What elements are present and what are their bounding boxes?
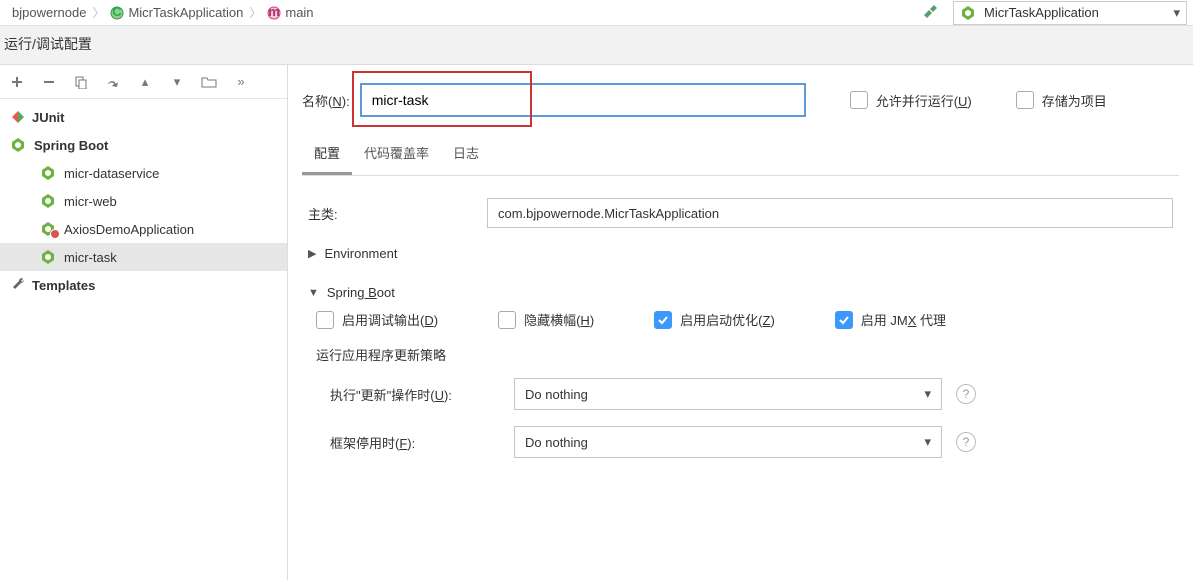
- tree-node-templates[interactable]: Templates: [0, 271, 287, 299]
- tree-label: AxiosDemoApplication: [64, 222, 194, 237]
- chevron-down-icon: ▾: [1173, 5, 1180, 21]
- tree-node-child[interactable]: AxiosDemoApplication: [0, 215, 287, 243]
- tree-node-child[interactable]: micr-web: [0, 187, 287, 215]
- on-update-value: Do nothing: [525, 387, 588, 402]
- edit-button[interactable]: [104, 73, 122, 91]
- wrench-icon: [10, 276, 26, 295]
- spring-boot-icon: [960, 5, 978, 21]
- enable-jmx-checkbox[interactable]: [835, 311, 853, 329]
- tree-label: micr-web: [64, 194, 117, 209]
- main-class-label: 主类:: [308, 204, 463, 223]
- config-tree: JUnit Spring Boot micr-dataservice micr-…: [0, 99, 287, 303]
- enable-optimize-checkbox[interactable]: [654, 311, 672, 329]
- up-button[interactable]: ▴: [136, 73, 154, 91]
- store-project-checkbox[interactable]: [1016, 91, 1034, 109]
- environment-section-header[interactable]: ▶ Environment: [308, 246, 1173, 261]
- expand-button[interactable]: »: [232, 73, 250, 91]
- chevron-down-icon: ▾: [924, 386, 931, 402]
- tree-node-child[interactable]: micr-dataservice: [0, 159, 287, 187]
- tree-node-child-selected[interactable]: micr-task: [0, 243, 287, 271]
- config-form-panel: 名称(N): 允许并行运行(U) 存储为项目 配置 代码覆盖率 日志 主类:: [288, 65, 1193, 580]
- run-config-selector[interactable]: MicrTaskApplication ▾: [953, 1, 1187, 25]
- build-icon[interactable]: [921, 5, 937, 21]
- name-label: 名称(N):: [302, 91, 350, 110]
- class-icon: C: [110, 6, 124, 20]
- on-update-label: 执行"更新"操作时(U):: [330, 385, 500, 404]
- breadcrumb-bar: bjpowernode 〉 C MicrTaskApplication 〉 m …: [0, 0, 1193, 26]
- breadcrumb-separator: 〉: [92, 4, 104, 21]
- environment-label: Environment: [324, 246, 397, 261]
- add-button[interactable]: [8, 73, 26, 91]
- config-tree-panel: ▴ ▾ » JUnit Spring Boot micr-dataservice: [0, 65, 288, 580]
- tree-label: micr-task: [64, 250, 117, 265]
- spring-boot-section-header[interactable]: ▼ Spring Boot: [308, 285, 1173, 300]
- enable-debug-label: 启用调试输出(D): [342, 310, 438, 329]
- tree-node-springboot[interactable]: Spring Boot: [0, 131, 287, 159]
- on-frame-deactivate-dropdown[interactable]: Do nothing ▾: [514, 426, 942, 458]
- dialog-title: 运行/调试配置: [0, 26, 1193, 65]
- tree-node-junit[interactable]: JUnit: [0, 103, 287, 131]
- breadcrumb-item[interactable]: C MicrTaskApplication: [104, 5, 249, 20]
- hide-banner-checkbox[interactable]: [498, 311, 516, 329]
- copy-button[interactable]: [72, 73, 90, 91]
- on-update-dropdown[interactable]: Do nothing ▾: [514, 378, 942, 410]
- tree-label: JUnit: [32, 110, 65, 125]
- on-frame-deactivate-value: Do nothing: [525, 435, 588, 450]
- spring-boot-label: Spring Boot: [327, 285, 395, 300]
- on-frame-deactivate-label: 框架停用时(F):: [330, 433, 500, 452]
- spring-boot-icon: [40, 249, 58, 265]
- hide-banner-label: 隐藏横幅(H): [524, 310, 594, 329]
- down-button[interactable]: ▾: [168, 73, 186, 91]
- breadcrumb-separator: 〉: [249, 4, 261, 21]
- junit-icon: [10, 109, 26, 125]
- breadcrumb-label: bjpowernode: [12, 5, 86, 20]
- run-config-label: MicrTaskApplication: [984, 5, 1099, 20]
- breadcrumb-item[interactable]: m main: [261, 5, 319, 20]
- tree-label: Spring Boot: [34, 138, 108, 153]
- enable-jmx-label: 启用 JMX 代理: [861, 310, 946, 329]
- breadcrumb-label: MicrTaskApplication: [128, 5, 243, 20]
- help-icon[interactable]: ?: [956, 432, 976, 452]
- spring-boot-icon: [40, 193, 58, 209]
- spring-boot-icon: [10, 137, 28, 153]
- help-icon[interactable]: ?: [956, 384, 976, 404]
- store-project-label: 存储为项目: [1042, 91, 1107, 110]
- tab-config[interactable]: 配置: [302, 135, 352, 175]
- chevron-right-icon: ▶: [308, 247, 316, 260]
- tab-logs[interactable]: 日志: [441, 135, 491, 175]
- allow-parallel-label: 允许并行运行(U): [876, 91, 972, 110]
- tree-label: micr-dataservice: [64, 166, 159, 181]
- main-class-value: com.bjpowernode.MicrTaskApplication: [498, 206, 719, 221]
- chevron-down-icon: ▼: [308, 287, 319, 299]
- tree-toolbar: ▴ ▾ »: [0, 65, 287, 99]
- tab-coverage[interactable]: 代码覆盖率: [352, 135, 441, 175]
- folder-button[interactable]: [200, 73, 218, 91]
- breadcrumb-label: main: [285, 5, 313, 20]
- allow-parallel-checkbox[interactable]: [850, 91, 868, 109]
- svg-text:m: m: [269, 6, 281, 19]
- tabs: 配置 代码覆盖率 日志: [302, 135, 1179, 176]
- svg-text:C: C: [113, 6, 123, 19]
- tree-label: Templates: [32, 278, 95, 293]
- spring-boot-icon: [40, 165, 58, 181]
- enable-optimize-label: 启用启动优化(Z): [680, 310, 775, 329]
- main-class-input[interactable]: com.bjpowernode.MicrTaskApplication: [487, 198, 1173, 228]
- remove-button[interactable]: [40, 73, 58, 91]
- breadcrumb-item[interactable]: bjpowernode: [6, 5, 92, 20]
- chevron-down-icon: ▾: [924, 434, 931, 450]
- enable-debug-checkbox[interactable]: [316, 311, 334, 329]
- spring-boot-error-icon: [40, 221, 58, 237]
- name-input[interactable]: [360, 83, 806, 117]
- method-icon: m: [267, 6, 281, 20]
- update-policy-label: 运行应用程序更新策略: [316, 345, 1173, 364]
